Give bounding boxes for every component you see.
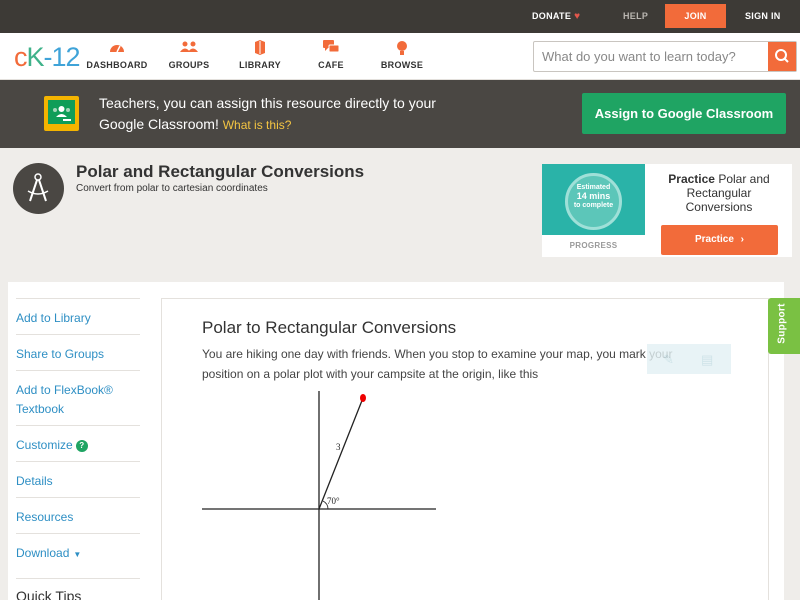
sidebar-item-share-to-groups[interactable]: Share to Groups [16,334,140,364]
assign-google-classroom-button[interactable]: Assign to Google Classroom [582,93,786,134]
nav-groups-label: GROUPS [168,60,210,70]
estimate-to-complete: to complete [573,202,614,209]
what-is-this-link[interactable]: What is this? [223,118,292,132]
practice-title-bold: Practice [668,172,715,186]
join-button[interactable]: JOIN [665,4,726,28]
nav-groups[interactable]: GROUPS [154,40,224,70]
practice-art: Estimated 14 mins to complete [542,164,645,235]
lesson-heading: Polar to Rectangular Conversions [202,318,457,337]
annotation-toolbar: ✎ ▤ [647,344,731,374]
sign-in-link[interactable]: SIGN IN [745,0,781,33]
quick-tips-heading[interactable]: Quick Tips [16,578,140,600]
radius-label: 3 [336,442,341,452]
practice-button[interactable]: Practice › [661,225,778,255]
library-icon [225,40,295,58]
customize-label: Customize [16,438,73,452]
sidebar: Add to Library Share to Groups Add to Fl… [8,282,150,600]
help-question-icon[interactable]: ? [75,440,88,452]
donate-link[interactable]: DONATE ♥ [532,0,580,33]
nav-dashboard[interactable]: DASHBOARD [82,40,152,70]
progress-label: PROGRESS [569,241,618,250]
logo-k: K [26,42,45,72]
groups-icon [154,40,224,58]
main-nav: cK-12 DASHBOARD GROUPS LIBRARY CAFE BROW… [0,33,800,80]
top-bar: DONATE ♥ HELP JOIN SIGN IN [0,0,800,33]
logo-c: c [14,42,27,72]
lesson-card: Polar to Rectangular Conversions You are… [161,298,769,600]
nav-cafe[interactable]: CAFE [296,40,366,70]
support-tab[interactable]: Support [768,298,800,354]
concept-subtitle: Convert from polar to cartesian coordina… [76,183,268,194]
heart-icon: ♥ [574,11,581,22]
sidebar-item-details[interactable]: Details [16,461,140,491]
logo-12: -12 [43,42,81,72]
practice-card: Estimated 14 mins to complete PROGRESS P… [542,164,792,257]
lesson-paragraph: You are hiking one day with friends. Whe… [202,347,673,381]
ck12-logo[interactable]: cK-12 [14,42,81,73]
google-classroom-icon [44,96,79,131]
angle-label: 70° [327,496,340,506]
nav-cafe-label: CAFE [318,60,344,70]
donate-label: DONATE [532,11,572,21]
browse-icon [367,40,437,58]
estimate-minutes: 14 mins [576,191,611,201]
note-icon[interactable]: ▤ [701,352,713,368]
concept-title: Polar and Rectangular Conversions [76,162,365,181]
caret-down-icon: ▼ [73,550,82,559]
compass-icon [13,163,64,214]
nav-library[interactable]: LIBRARY [225,40,295,70]
teacher-banner: Teachers, you can assign this resource d… [0,80,800,148]
nav-library-label: LIBRARY [239,60,281,70]
polar-plot: 3 70° [202,391,442,600]
sidebar-item-resources[interactable]: Resources [16,497,140,527]
position-point [360,394,366,402]
main-content: Polar to Rectangular Conversions You are… [150,282,784,600]
sidebar-item-add-to-library[interactable]: Add to Library [16,298,140,328]
download-label: Download [16,546,70,560]
help-link[interactable]: HELP [623,0,648,33]
sidebar-item-download[interactable]: Download ▼ [16,533,140,564]
estimate-text: Estimated 14 mins to complete [568,183,619,210]
practice-button-label: Practice [694,234,734,245]
search-icon [775,49,789,63]
dashboard-icon [82,40,152,58]
search-button[interactable] [768,42,796,71]
nav-browse-label: BROWSE [380,60,424,70]
sidebar-item-add-to-flexbook[interactable]: Add to FlexBook® Textbook [16,370,140,419]
sidebar-item-customize[interactable]: Customize? [16,425,140,455]
pencil-icon[interactable]: ✎ [663,352,674,368]
search-input[interactable] [534,42,768,71]
search-box [533,41,797,72]
banner-text: Teachers, you can assign this resource d… [99,93,459,136]
nav-browse[interactable]: BROWSE [367,40,437,70]
chevron-right-icon: › [740,234,745,245]
cafe-icon [296,40,366,58]
nav-dashboard-label: DASHBOARD [86,60,148,70]
support-label: Support [776,303,788,344]
practice-title: Practice Polar and Rectangular Conversio… [655,172,783,214]
position-vector [318,397,364,510]
